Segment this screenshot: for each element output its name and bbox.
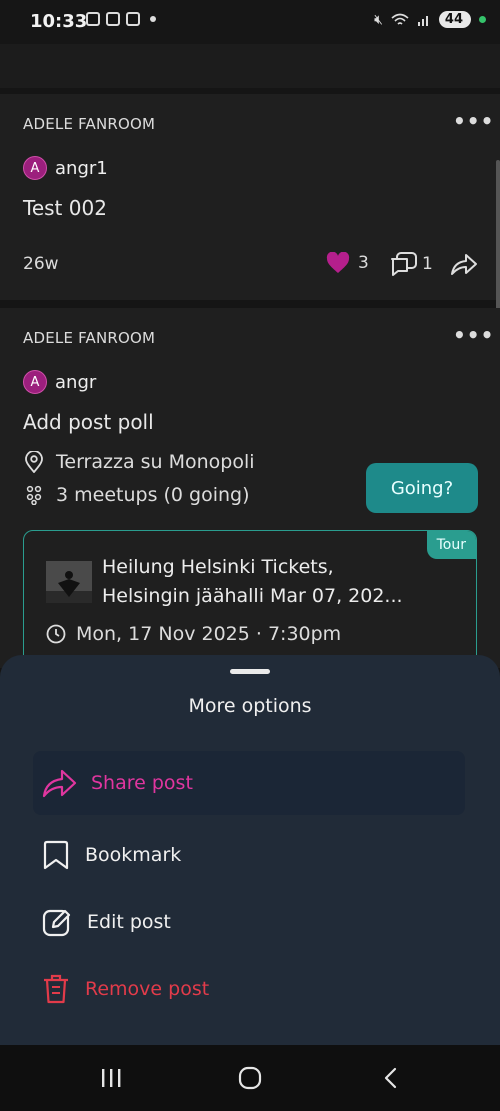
post-author[interactable]: A angr1 bbox=[23, 156, 108, 180]
screen-record-icon bbox=[106, 12, 120, 26]
community-name[interactable]: ADELE FANROOM bbox=[23, 115, 155, 133]
edit-post-option[interactable]: Edit post bbox=[33, 890, 465, 954]
author-name[interactable]: angr bbox=[55, 372, 96, 393]
more-options-icon[interactable]: ••• bbox=[453, 323, 494, 347]
tour-badge: Tour bbox=[426, 531, 476, 559]
community-name[interactable]: ADELE FANROOM bbox=[23, 329, 155, 347]
event-title-line2: Helsingin jäähalli Mar 07, 202... bbox=[102, 585, 403, 607]
mute-icon: 🔇︎ bbox=[374, 11, 383, 28]
location-name: Terrazza su Monopoli bbox=[56, 451, 255, 473]
meetups-row[interactable]: 3 meetups (0 going) bbox=[24, 484, 250, 506]
post-author[interactable]: A angr bbox=[23, 370, 96, 394]
comment-button[interactable]: 1 bbox=[390, 251, 433, 277]
group-icon bbox=[26, 485, 42, 505]
screenshot-icon bbox=[86, 12, 100, 26]
share-post-label: Share post bbox=[91, 772, 193, 794]
remove-post-option[interactable]: Remove post bbox=[33, 957, 465, 1021]
wifi-icon bbox=[391, 13, 409, 25]
comment-count: 1 bbox=[422, 254, 433, 274]
privacy-indicator-icon bbox=[479, 16, 486, 23]
back-icon[interactable] bbox=[380, 1066, 400, 1090]
post-age: 26w bbox=[23, 254, 59, 274]
remove-post-label: Remove post bbox=[85, 978, 210, 1000]
scrollbar[interactable] bbox=[496, 160, 500, 315]
trash-icon bbox=[44, 974, 68, 1004]
share-icon bbox=[42, 769, 77, 798]
battery-indicator: 44 bbox=[438, 11, 471, 28]
system-nav-bar bbox=[0, 1045, 500, 1111]
author-name[interactable]: angr1 bbox=[55, 158, 108, 179]
event-title-line1: Heilung Helsinki Tickets, bbox=[102, 556, 334, 578]
clock-icon bbox=[46, 624, 66, 644]
sheet-drag-handle[interactable] bbox=[230, 669, 270, 674]
more-options-icon[interactable]: ••• bbox=[453, 109, 494, 133]
like-button[interactable]: 3 bbox=[326, 252, 369, 274]
header-strip bbox=[0, 44, 500, 88]
post-text[interactable]: Test 002 bbox=[23, 196, 107, 220]
event-datetime: Mon, 17 Nov 2025 · 7:30pm bbox=[46, 623, 341, 645]
meetups-count: 3 meetups (0 going) bbox=[56, 484, 250, 506]
bookmark-option[interactable]: Bookmark bbox=[33, 823, 465, 887]
location-pin-icon bbox=[25, 451, 43, 473]
comment-icon bbox=[391, 252, 417, 276]
more-options-sheet: More options Share post Bookmark Edit po… bbox=[0, 655, 500, 1045]
edit-icon bbox=[42, 909, 71, 937]
scan-icon bbox=[126, 12, 140, 26]
home-icon[interactable] bbox=[237, 1065, 263, 1091]
event-datetime-text: Mon, 17 Nov 2025 · 7:30pm bbox=[76, 623, 342, 645]
event-card[interactable]: Tour Heilung Helsinki Tickets, Helsingin… bbox=[23, 530, 477, 670]
like-count: 3 bbox=[358, 253, 369, 273]
going-button[interactable]: Going? bbox=[366, 463, 478, 513]
sheet-title: More options bbox=[188, 695, 312, 717]
bookmark-icon bbox=[43, 840, 69, 870]
event-title: Heilung Helsinki Tickets, Helsingin jääh… bbox=[102, 553, 432, 611]
event-thumbnail bbox=[46, 561, 92, 603]
signal-icon bbox=[417, 15, 428, 26]
notification-dot-icon bbox=[150, 16, 156, 22]
post-text[interactable]: Add post poll bbox=[23, 410, 154, 434]
share-icon[interactable] bbox=[450, 252, 478, 276]
heart-icon bbox=[326, 252, 350, 273]
avatar[interactable]: A bbox=[23, 370, 47, 394]
share-post-option[interactable]: Share post bbox=[33, 751, 465, 815]
post-card[interactable]: ADELE FANROOM ••• A angr1 Test 002 26w 3… bbox=[0, 94, 500, 300]
avatar[interactable]: A bbox=[23, 156, 47, 180]
status-notification-icons bbox=[86, 12, 156, 26]
bookmark-label: Bookmark bbox=[85, 844, 182, 866]
status-time: 10:33 bbox=[30, 11, 88, 32]
status-system-icons: 🔇︎ 44 bbox=[374, 11, 486, 28]
status-bar: 10:33 🔇︎ 44 bbox=[0, 0, 500, 44]
location-row[interactable]: Terrazza su Monopoli bbox=[24, 451, 255, 473]
edit-post-label: Edit post bbox=[87, 911, 171, 933]
recent-apps-icon[interactable] bbox=[98, 1067, 124, 1089]
